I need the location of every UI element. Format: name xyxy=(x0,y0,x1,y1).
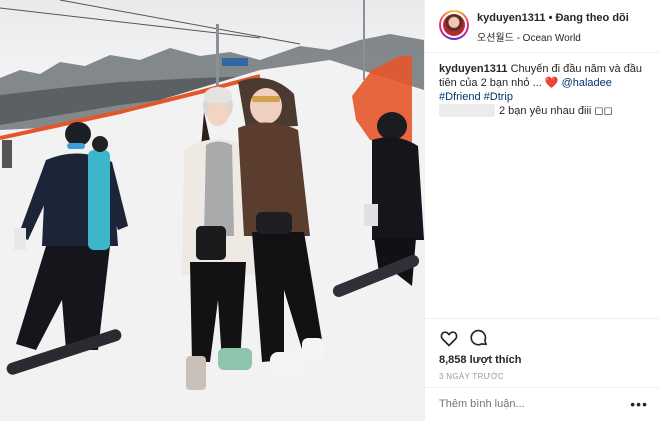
mention-link[interactable]: @haladee xyxy=(562,77,612,89)
post-timestamp[interactable]: 3 NGÀY TRƯỚC xyxy=(439,372,504,381)
avatar[interactable] xyxy=(439,10,469,40)
separator-dot: • xyxy=(548,12,553,24)
avatar-image xyxy=(443,14,465,36)
add-comment-bar: ••• xyxy=(425,387,660,423)
post-caption: kyduyen1311 Chuyến đi đầu năm và đầu tiê… xyxy=(439,62,653,104)
heart-emoji: ❤️ xyxy=(544,77,559,89)
author-username[interactable]: kyduyen1311 xyxy=(477,12,546,24)
post-side-panel: kyduyen1311 • Đang theo dõi 오션월드 - Ocean… xyxy=(424,0,660,421)
post-header: kyduyen1311 • Đang theo dõi 오션월드 - Ocean… xyxy=(425,0,660,53)
comment-text: 2 bạn yêu nhau điii ◻◻ xyxy=(499,105,613,117)
location-link[interactable]: 오션월드 - Ocean World xyxy=(477,29,581,44)
blurred-commenter-username[interactable] xyxy=(439,104,495,117)
caption-username[interactable]: kyduyen1311 xyxy=(439,63,508,75)
author-line: kyduyen1311 • Đang theo dõi xyxy=(477,12,629,24)
hashtag-links[interactable]: #Dfriend #Dtrip xyxy=(439,91,513,103)
add-comment-input[interactable] xyxy=(439,398,629,410)
ellipsis-icon[interactable]: ••• xyxy=(630,396,648,412)
speech-bubble-icon[interactable] xyxy=(469,328,489,348)
post-photo[interactable] xyxy=(0,0,424,421)
heart-outline-icon[interactable] xyxy=(439,328,459,348)
like-count[interactable]: 8,858 lượt thích xyxy=(439,354,521,366)
post-actions: 8,858 lượt thích 3 NGÀY TRƯỚC ••• xyxy=(425,318,660,422)
comment-row: 2 bạn yêu nhau điii ◻◻ xyxy=(439,104,653,118)
follow-status-button[interactable]: Đang theo dõi xyxy=(555,12,628,24)
